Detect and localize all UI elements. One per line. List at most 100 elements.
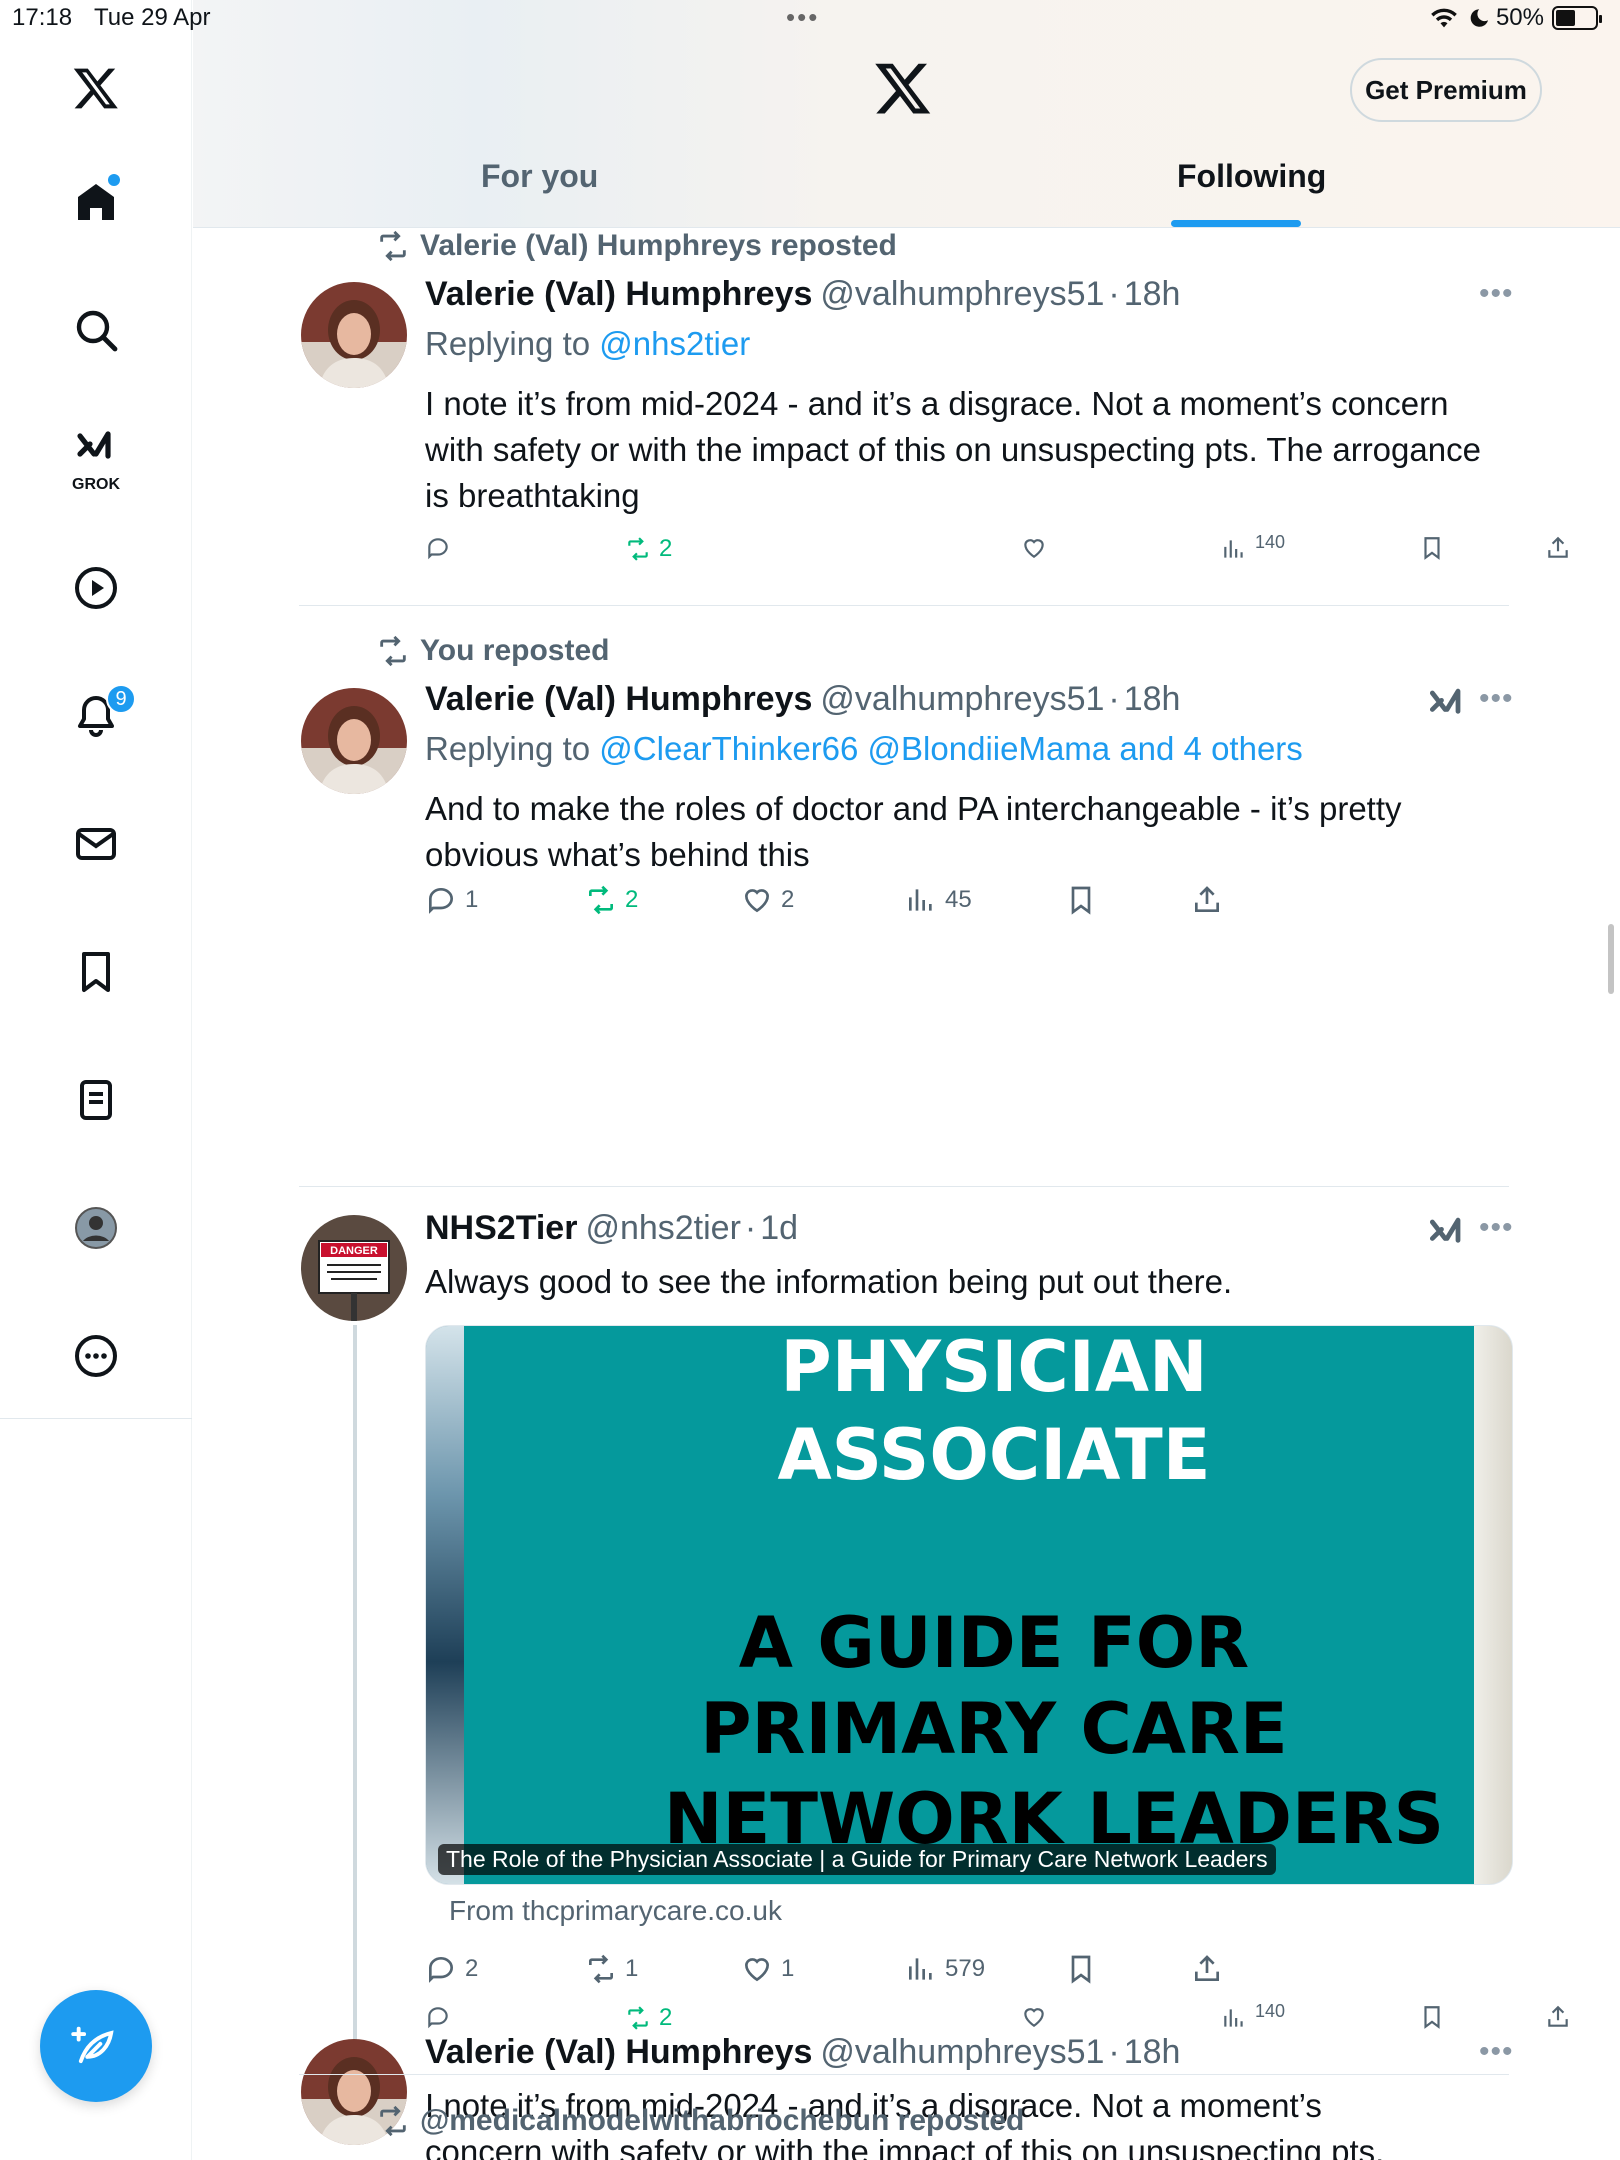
link-card[interactable]: PHYSICIAN ASSOCIATE A GUIDE FOR PRIMARY … (425, 1325, 1513, 1885)
views-icon (1224, 2009, 1243, 2027)
post-divider (299, 605, 1509, 606)
status-right: 50% (1430, 4, 1602, 32)
get-premium-button[interactable]: Get Premium (1350, 58, 1542, 122)
user-handle[interactable]: @valhumphreys51 (820, 275, 1104, 314)
grok-explain-icon[interactable] (1425, 682, 1469, 726)
repost-button[interactable]: 2 (585, 884, 638, 916)
post-header: Valerie (Val) Humphreys @valhumphreys51 … (425, 275, 1180, 314)
card-source[interactable]: From thcprimarycare.co.uk (449, 1895, 782, 1927)
card-image-left (426, 1326, 464, 1884)
more-icon[interactable] (56, 1316, 136, 1396)
scrollbar[interactable] (1608, 924, 1614, 994)
separator: · (1108, 275, 1120, 313)
like-button[interactable]: 2 (741, 884, 794, 916)
reply-icon (429, 888, 453, 914)
display-name[interactable]: Valerie (Val) Humphreys (425, 275, 812, 314)
reply-mention-link[interactable]: @ClearThinker66 @BlondiieMama and 4 othe… (599, 730, 1303, 767)
user-handle[interactable]: @nhs2tier (585, 1209, 740, 1248)
post-time[interactable]: 18h (1124, 680, 1181, 719)
replying-prefix: Replying to (425, 325, 591, 362)
avatar[interactable]: DANGER (301, 1215, 407, 1321)
post-divider (299, 1186, 1509, 1187)
share-button[interactable] (1191, 884, 1223, 916)
more-options-icon[interactable]: ••• (1479, 277, 1514, 311)
lists-icon[interactable] (56, 1060, 136, 1140)
x-logo-header-icon[interactable] (873, 58, 933, 118)
repost-icon (628, 537, 648, 561)
reply-button[interactable]: 2 (425, 1953, 478, 1985)
post-time[interactable]: 18h (1124, 275, 1181, 314)
bookmark-button[interactable] (1065, 1953, 1097, 1985)
reply-button[interactable] (425, 535, 451, 561)
post-5-repost-context: @medicalmodelwithabriochebun reposted (376, 2104, 1024, 2138)
heart-icon (744, 889, 770, 913)
reply-button[interactable] (425, 2004, 451, 2030)
battery-icon (1552, 6, 1602, 30)
status-time: 17:18 (12, 4, 73, 31)
repost-count: 2 (625, 886, 639, 913)
notifications-icon[interactable]: 9 (56, 676, 136, 756)
thread-connector (353, 1325, 357, 2101)
views-button[interactable]: 140 (1221, 535, 1285, 563)
wifi-icon (1431, 8, 1457, 28)
compose-post-button[interactable] (40, 1990, 152, 2102)
like-button[interactable] (1021, 535, 1047, 561)
tab-for-you[interactable]: For you (481, 158, 598, 195)
like-button[interactable] (1021, 2004, 1047, 2030)
bookmarks-icon[interactable] (56, 932, 136, 1012)
views-button[interactable]: 579 (905, 1953, 985, 1985)
bookmark-icon (1424, 537, 1440, 560)
messages-icon[interactable] (56, 804, 136, 884)
bookmark-button[interactable] (1065, 884, 1097, 916)
avatar[interactable] (301, 688, 407, 794)
bookmark-button[interactable] (1419, 535, 1445, 561)
display-name[interactable]: NHS2Tier (425, 1209, 577, 1248)
post-time[interactable]: 1d (760, 1209, 798, 1248)
card-title-line-2: ASSOCIATE (777, 1414, 1211, 1496)
bookmark-button[interactable] (1419, 2004, 1445, 2030)
card-image-right (1474, 1326, 1512, 1884)
more-options-icon[interactable]: ••• (1479, 1211, 1514, 1245)
views-count: 140 (1255, 2004, 1286, 2021)
x-logo-icon[interactable] (56, 48, 136, 128)
repost-button[interactable]: 2 (625, 535, 672, 563)
repost-count: 2 (659, 2004, 673, 2031)
repost-button[interactable]: 1 (585, 1953, 638, 1985)
action-bar: 1 2 2 45 (425, 884, 1525, 924)
heart-icon (744, 1958, 770, 1982)
profile-icon[interactable] (56, 1188, 136, 1268)
post-text: And to make the roles of doctor and PA i… (425, 790, 1402, 873)
share-icon (1195, 886, 1219, 912)
post-text: I note it’s from mid-2024 - and it’s a d… (425, 385, 1481, 514)
reply-button[interactable]: 1 (425, 884, 478, 916)
replying-to: Replying to @nhs2tier (425, 325, 750, 363)
home-icon[interactable] (56, 162, 136, 242)
reply-mention-link[interactable]: @nhs2tier (599, 325, 750, 362)
repost-context-label: You reposted (420, 634, 610, 667)
avatar[interactable] (301, 282, 407, 388)
share-button[interactable] (1545, 535, 1571, 561)
svg-text:DANGER: DANGER (330, 1245, 378, 1257)
share-button[interactable] (1191, 1953, 1223, 1985)
grok-label: GROK (72, 476, 120, 493)
tab-following[interactable]: Following (1177, 158, 1326, 195)
replying-to: Replying to @ClearThinker66 @BlondiieMam… (425, 730, 1303, 768)
bookmark-icon (1071, 1955, 1091, 1984)
share-button[interactable] (1545, 2004, 1571, 2030)
repost-icon (380, 230, 406, 262)
display-name[interactable]: Valerie (Val) Humphreys (425, 680, 812, 719)
views-button[interactable]: 45 (905, 884, 972, 916)
views-button[interactable]: 140 (1221, 2004, 1285, 2032)
search-icon[interactable] (56, 290, 136, 370)
more-options-icon[interactable]: ••• (1479, 682, 1514, 716)
grok-explain-icon[interactable] (1425, 1211, 1469, 1255)
multitasking-dots-icon[interactable]: ••• (786, 2, 819, 33)
reply-icon (429, 1957, 453, 1983)
repost-button[interactable]: 2 (625, 2004, 672, 2032)
status-bar: 17:18 Tue 29 Apr ••• 50% (0, 0, 1620, 40)
like-button[interactable]: 1 (741, 1953, 794, 1985)
repost-context-label: Valerie (Val) Humphreys reposted (420, 229, 897, 262)
user-handle[interactable]: @valhumphreys51 (820, 680, 1104, 719)
reply-icon (428, 2007, 448, 2029)
video-icon[interactable] (56, 548, 136, 628)
